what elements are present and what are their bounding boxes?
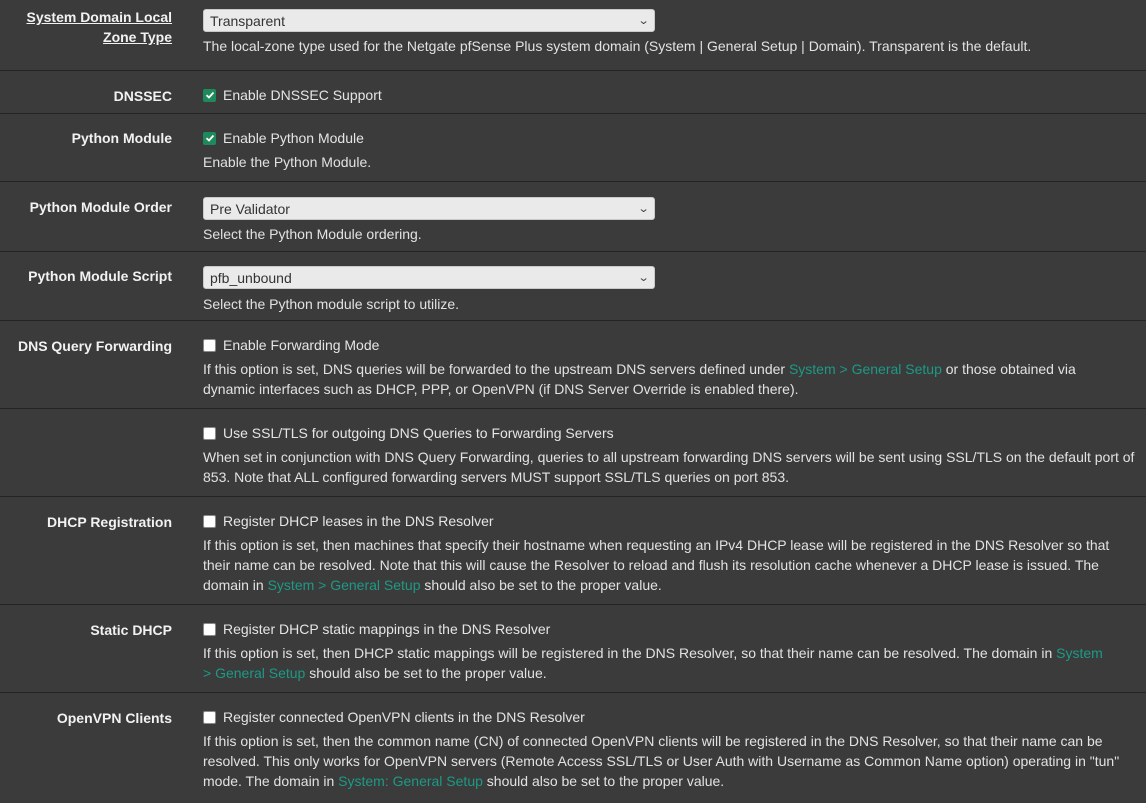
python-module-help: Enable the Python Module. (203, 154, 372, 170)
row-python-module: Python Module Enable Python Module Enabl… (0, 114, 1146, 182)
openvpn-clients-checkbox-line[interactable]: Register connected OpenVPN clients in th… (203, 707, 1133, 727)
ssl-tls-label-spacer (0, 423, 172, 496)
python-order-label: Python Module Order (29, 199, 172, 215)
dnssec-control: Enable DNSSEC Support (203, 85, 1133, 113)
check-icon (205, 134, 214, 142)
chevron-down-icon: ⌄ (637, 271, 650, 284)
python-order-control: Pre Validator ⌄ Select the Python Module… (203, 197, 1133, 251)
openvpn-clients-checkbox[interactable] (203, 710, 216, 724)
dhcp-registration-help-text-end: should also be set to the proper value. (420, 577, 662, 593)
static-dhcp-help: If this option is set, then DHCP static … (203, 643, 1113, 683)
dhcp-registration-checkbox[interactable] (203, 514, 216, 528)
ssl-tls-help: When set in conjunction with DNS Query F… (203, 449, 1135, 485)
row-dnssec: DNSSEC Enable DNSSEC Support (0, 71, 1146, 114)
dnssec-label: DNSSEC (113, 88, 172, 104)
row-dhcp-registration: DHCP Registration Register DHCP leases i… (0, 497, 1146, 605)
dnssec-checkbox-label: Enable DNSSEC Support (223, 87, 382, 103)
forwarding-control: Enable Forwarding Mode If this option is… (203, 335, 1133, 408)
row-ssl-tls: Use SSL/TLS for outgoing DNS Queries to … (0, 409, 1146, 497)
check-icon (205, 91, 214, 99)
forwarding-checkbox-label: Enable Forwarding Mode (223, 337, 380, 353)
ssl-tls-checkbox-line[interactable]: Use SSL/TLS for outgoing DNS Queries to … (203, 423, 1133, 443)
zone-type-control: Transparent ⌄ The local-zone type used f… (203, 7, 1133, 70)
row-forwarding: DNS Query Forwarding Enable Forwarding M… (0, 321, 1146, 409)
static-dhcp-label: Static DHCP (90, 622, 172, 638)
ssl-tls-control: Use SSL/TLS for outgoing DNS Queries to … (203, 423, 1134, 496)
row-python-order: Python Module Order Pre Validator ⌄ Sele… (0, 182, 1146, 252)
zone-type-label: System Domain Local Zone Type (26, 9, 173, 45)
python-order-help: Select the Python Module ordering. (203, 226, 422, 242)
row-zone-type: System Domain Local Zone Type Transparen… (0, 0, 1146, 71)
python-module-control: Enable Python Module Enable the Python M… (203, 123, 1133, 181)
static-dhcp-help-text: If this option is set, then DHCP static … (203, 645, 1057, 661)
openvpn-clients-help-text-end: should also be set to the proper value. (482, 773, 725, 789)
python-script-help: Select the Python module script to utili… (203, 296, 460, 312)
chevron-down-icon: ⌄ (637, 202, 650, 215)
python-module-checkbox[interactable] (203, 131, 216, 145)
openvpn-clients-help: If this option is set, then the common n… (203, 731, 1123, 791)
row-static-dhcp: Static DHCP Register DHCP static mapping… (0, 605, 1146, 693)
row-openvpn-clients: OpenVPN Clients Register connected OpenV… (0, 693, 1146, 803)
forwarding-help: If this option is set, DNS queries will … (203, 359, 1128, 399)
python-module-label: Python Module (71, 130, 172, 146)
dnssec-checkbox-line[interactable]: Enable DNSSEC Support (203, 85, 1133, 105)
python-order-select-value: Pre Validator (210, 200, 290, 217)
python-script-control: pfb_unbound ⌄ Select the Python module s… (203, 266, 1133, 320)
static-dhcp-checkbox-line[interactable]: Register DHCP static mappings in the DNS… (203, 619, 1133, 639)
python-module-checkbox-line[interactable]: Enable Python Module (203, 128, 1133, 148)
forwarding-help-text: If this option is set, DNS queries will … (203, 361, 789, 377)
python-order-select[interactable]: Pre Validator ⌄ (203, 197, 655, 220)
general-setup-link[interactable]: System: General Setup (338, 773, 483, 789)
python-script-select[interactable]: pfb_unbound ⌄ (203, 266, 655, 289)
ssl-tls-checkbox-label: Use SSL/TLS for outgoing DNS Queries to … (223, 425, 614, 441)
openvpn-clients-control: Register connected OpenVPN clients in th… (203, 707, 1133, 803)
row-python-script: Python Module Script pfb_unbound ⌄ Selec… (0, 252, 1146, 321)
dns-resolver-advanced-form: System Domain Local Zone Type Transparen… (0, 0, 1146, 803)
forwarding-checkbox-line[interactable]: Enable Forwarding Mode (203, 335, 1133, 355)
openvpn-clients-label: OpenVPN Clients (56, 710, 172, 726)
dhcp-registration-label: DHCP Registration (47, 514, 172, 530)
python-script-label: Python Module Script (28, 268, 172, 284)
zone-type-select[interactable]: Transparent ⌄ (203, 9, 655, 32)
ssl-tls-checkbox[interactable] (203, 426, 216, 440)
chevron-down-icon: ⌄ (637, 14, 650, 27)
zone-type-select-value: Transparent (210, 12, 285, 29)
dhcp-registration-checkbox-label: Register DHCP leases in the DNS Resolver (223, 513, 494, 529)
forwarding-checkbox[interactable] (203, 338, 216, 352)
static-dhcp-help-text-end: should also be set to the proper value. (305, 665, 547, 681)
dhcp-registration-control: Register DHCP leases in the DNS Resolver… (203, 511, 1133, 604)
general-setup-link[interactable]: System > General Setup (268, 577, 421, 593)
dhcp-registration-help: If this option is set, then machines tha… (203, 535, 1138, 595)
dhcp-registration-checkbox-line[interactable]: Register DHCP leases in the DNS Resolver (203, 511, 1133, 531)
static-dhcp-checkbox-label: Register DHCP static mappings in the DNS… (223, 621, 551, 637)
python-module-checkbox-label: Enable Python Module (223, 130, 364, 146)
forwarding-label: DNS Query Forwarding (17, 338, 172, 354)
static-dhcp-control: Register DHCP static mappings in the DNS… (203, 619, 1133, 692)
zone-type-help: The local-zone type used for the Netgate… (203, 38, 1032, 54)
openvpn-clients-checkbox-label: Register connected OpenVPN clients in th… (223, 709, 585, 725)
general-setup-link[interactable]: System > General Setup (789, 361, 942, 377)
dnssec-checkbox[interactable] (203, 88, 216, 102)
python-script-select-value: pfb_unbound (210, 269, 292, 286)
static-dhcp-checkbox[interactable] (203, 622, 216, 636)
